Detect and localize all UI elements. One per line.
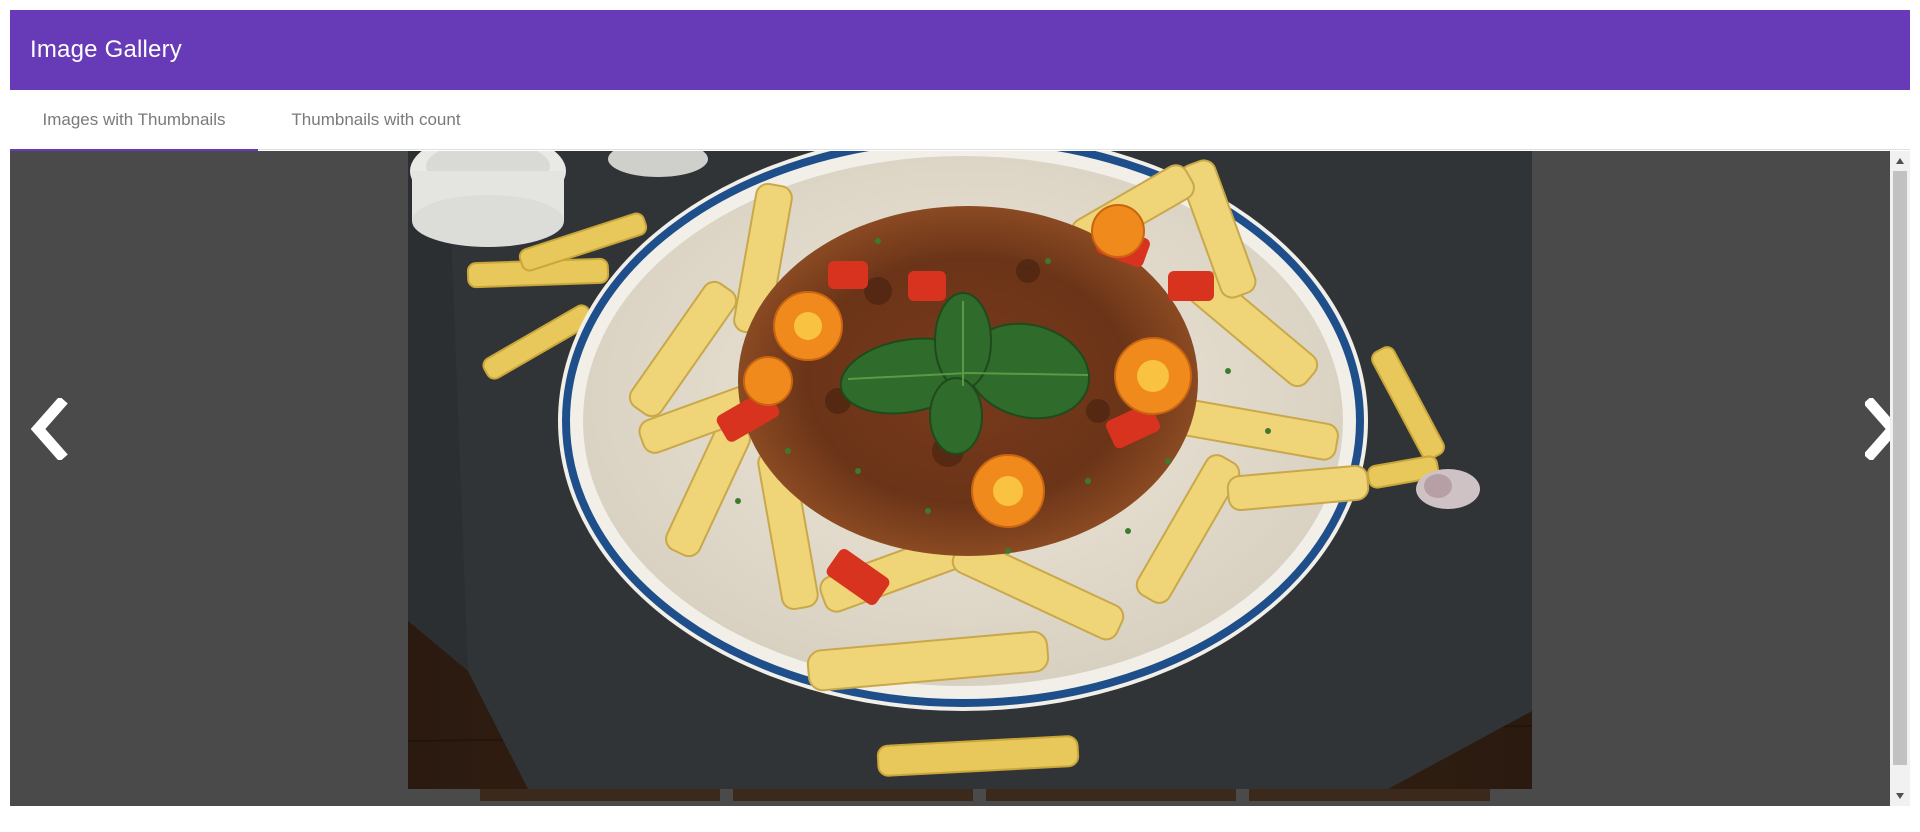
chevron-right-icon	[1865, 398, 1890, 460]
app-toolbar: Image Gallery	[10, 10, 1910, 90]
vertical-scrollbar[interactable]	[1890, 151, 1910, 806]
previous-image-button[interactable]	[24, 389, 74, 469]
scroll-down-arrow-icon[interactable]	[1890, 786, 1910, 806]
scrollbar-thumb[interactable]	[1893, 171, 1907, 765]
pasta-bolognese-photo	[408, 151, 1532, 789]
thumbnail[interactable]	[986, 789, 1236, 801]
tab-images-with-thumbnails[interactable]: Images with Thumbnails	[10, 90, 258, 151]
chevron-left-icon	[30, 398, 68, 460]
gallery-main-image	[408, 151, 1532, 789]
gallery-viewer	[10, 151, 1890, 806]
tab-group: Images with Thumbnails Thumbnails with c…	[10, 90, 1910, 151]
next-image-button[interactable]	[1865, 389, 1890, 469]
thumbnail-strip	[480, 789, 1490, 801]
scroll-up-arrow-icon[interactable]	[1890, 151, 1910, 171]
tab-thumbnails-with-count[interactable]: Thumbnails with count	[258, 90, 494, 150]
image-gallery-app: Image Gallery Images with Thumbnails Thu…	[10, 10, 1910, 806]
thumbnail[interactable]	[733, 789, 973, 801]
thumbnail[interactable]	[480, 789, 720, 801]
thumbnail[interactable]	[1249, 789, 1490, 801]
app-title: Image Gallery	[30, 36, 182, 63]
